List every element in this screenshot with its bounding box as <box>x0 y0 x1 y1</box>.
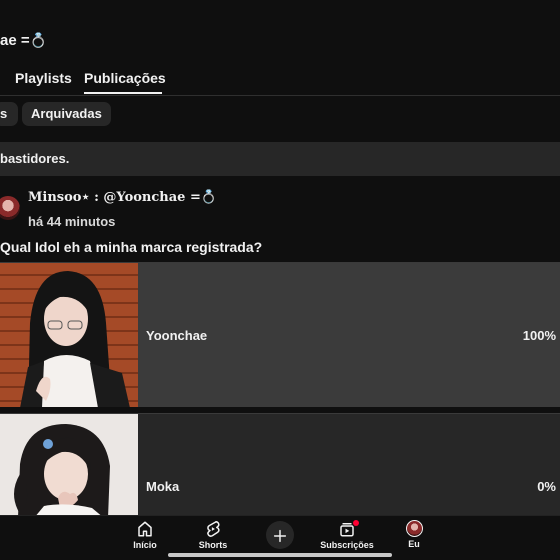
notification-dot <box>353 520 359 526</box>
poll-option-label: Moka <box>146 479 180 494</box>
channel-tabs: Playlists Publicações <box>0 62 560 96</box>
nav-you[interactable]: Eu <box>384 518 444 549</box>
nav-shorts[interactable]: Shorts <box>183 518 243 550</box>
poll-option-yoonchae[interactable]: Yoonchae 100% <box>0 262 560 407</box>
plus-icon <box>273 529 287 543</box>
post-author-name: Minsoo⋆ : @Yoonchae = <box>28 190 201 205</box>
nav-home[interactable]: Início <box>115 518 175 550</box>
poll-question: Qual Idol eh a minha marca registrada? <box>0 239 263 255</box>
nav-subscriptions-label: Subscrições <box>320 540 374 550</box>
author-avatar[interactable] <box>0 196 20 220</box>
nav-subscriptions[interactable]: Subscrições <box>317 518 377 550</box>
nav-you-label: Eu <box>408 539 420 549</box>
user-avatar <box>405 520 423 537</box>
poll-option-percent: 0% <box>537 479 556 494</box>
ring-icon: 💍 <box>29 32 48 48</box>
nav-home-label: Início <box>133 540 157 550</box>
create-circle <box>266 521 294 549</box>
create-button[interactable] <box>250 518 310 549</box>
chip-arquivadas[interactable]: Arquivadas <box>22 102 111 126</box>
nav-shorts-label: Shorts <box>198 540 228 550</box>
poll-option-percent: 100% <box>522 328 556 343</box>
tab-playlists[interactable]: Playlists <box>15 70 72 86</box>
ring-icon: 💍 <box>200 189 218 204</box>
tab-publicacoes[interactable]: Publicações <box>84 70 166 86</box>
poll-option-moka[interactable]: Moka 0% <box>0 413 560 517</box>
portrait-illustration <box>0 414 138 517</box>
poll-option-image <box>0 263 138 407</box>
chip-partial[interactable]: s <box>0 102 18 126</box>
portrait-illustration <box>0 263 138 407</box>
gesture-bar <box>168 553 392 557</box>
channel-title-text: ae = <box>0 32 30 49</box>
poll-option-image <box>0 414 138 517</box>
channel-title: ae =💍 <box>0 32 47 49</box>
info-banner: bastidores. <box>0 142 560 176</box>
post-timestamp: há 44 minutos <box>28 214 116 229</box>
active-tab-indicator <box>84 92 162 94</box>
post-author[interactable]: Minsoo⋆ : @Yoonchae =💍 <box>28 189 217 205</box>
poll-option-label: Yoonchae <box>146 328 208 343</box>
shorts-icon <box>207 521 220 537</box>
home-icon <box>138 521 152 537</box>
